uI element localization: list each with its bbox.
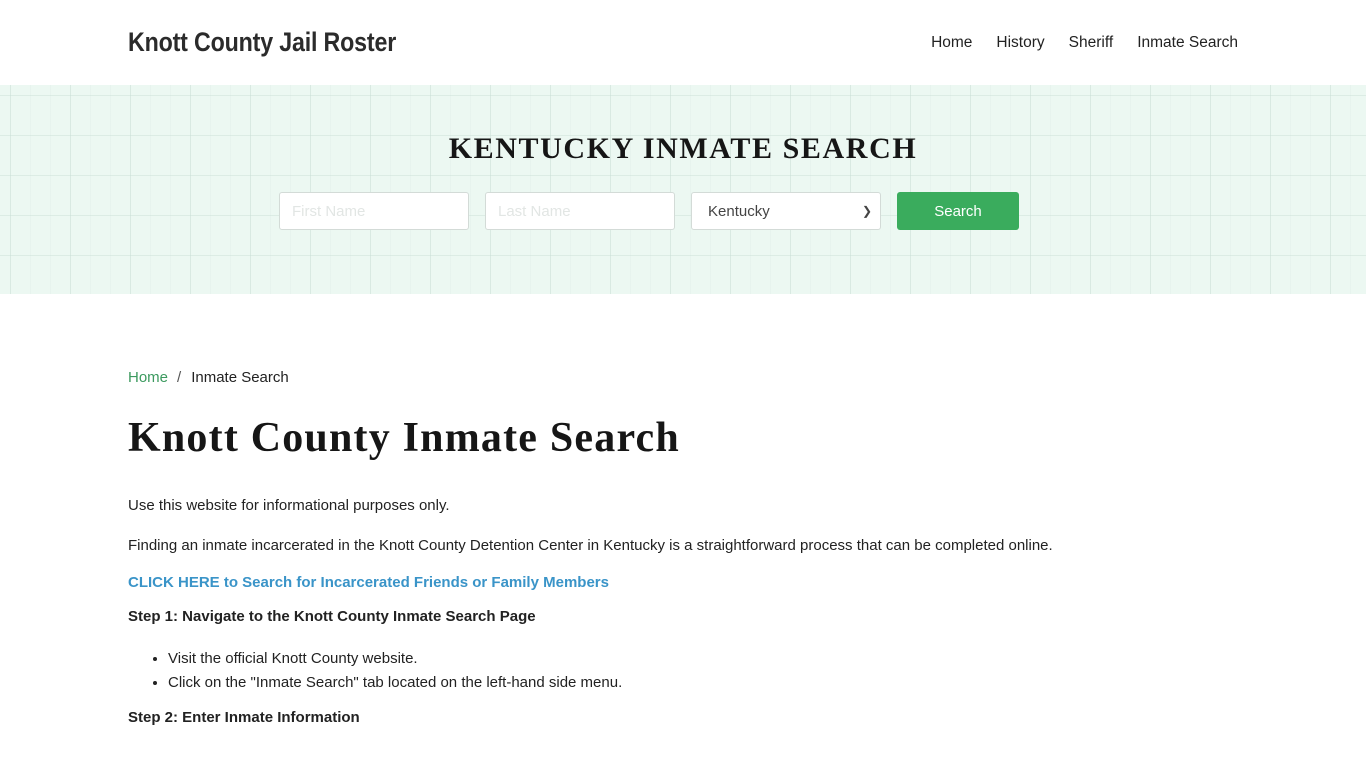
breadcrumb-home-link[interactable]: Home (128, 369, 168, 386)
site-brand-link[interactable]: Knott County Jail Roster (128, 27, 396, 58)
breadcrumb: Home / Inmate Search (128, 369, 1238, 386)
step-1-heading: Step 1: Navigate to the Knott County Inm… (128, 608, 536, 626)
intro-text: Use this website for informational purpo… (128, 497, 450, 515)
search-button[interactable]: Search (897, 192, 1019, 230)
nav-home[interactable]: Home (931, 34, 972, 52)
search-family-link[interactable]: CLICK HERE to Search for Incarcerated Fr… (128, 574, 1238, 591)
breadcrumb-separator: / (177, 369, 182, 386)
step-2-heading: Step 2: Enter Inmate Information (128, 709, 360, 727)
state-select[interactable]: Kentucky ❯ (691, 192, 881, 230)
main-nav: Home History Sheriff Inmate Search (907, 34, 1238, 52)
list-item: Click on the "Inmate Search" tab located… (168, 671, 1238, 695)
search-form: Kentucky ❯ Search (279, 192, 1019, 230)
breadcrumb-current: Inmate Search (191, 369, 289, 386)
search-hero: KENTUCKY INMATE SEARCH Kentucky ❯ Search (0, 85, 1366, 294)
description-text: Finding an inmate incarcerated in the Kn… (128, 536, 1053, 554)
first-name-input[interactable] (279, 192, 469, 230)
list-item: Visit the official Knott County website. (168, 647, 1238, 671)
last-name-input[interactable] (485, 192, 675, 230)
step-1-list: Visit the official Knott County website.… (168, 647, 1238, 695)
chevron-down-icon: ❯ (861, 204, 872, 218)
site-header: Knott County Jail Roster Home History Sh… (0, 0, 1366, 85)
nav-history[interactable]: History (996, 34, 1044, 52)
nav-sheriff[interactable]: Sheriff (1069, 34, 1114, 52)
hero-title: KENTUCKY INMATE SEARCH (448, 132, 918, 165)
page-title: Knott County Inmate Search (128, 415, 680, 461)
nav-inmate-search[interactable]: Inmate Search (1137, 34, 1238, 52)
main-content: Home / Inmate Search Knott County Inmate… (0, 369, 1366, 726)
state-select-value: Kentucky (708, 202, 770, 220)
